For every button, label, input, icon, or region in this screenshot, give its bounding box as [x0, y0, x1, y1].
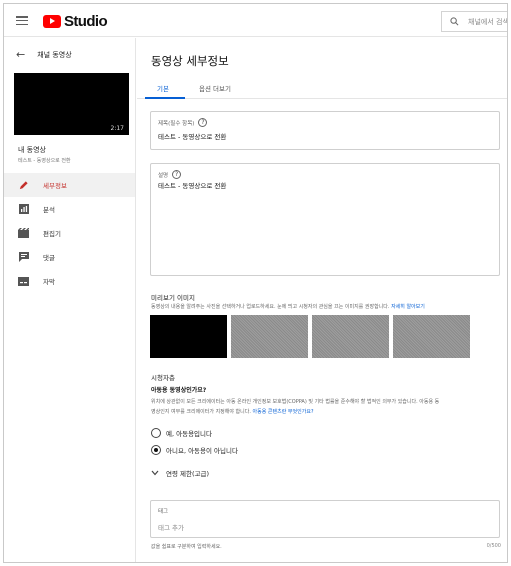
search-input[interactable]: 채널에서 검색 — [441, 11, 508, 32]
video-thumbnail[interactable]: 2:17 — [14, 73, 129, 135]
age-restriction-label: 연령 제한(고급) — [166, 470, 210, 478]
top-bar: Studio 채널에서 검색 — [4, 4, 508, 37]
thumbnail-desc-text: 동영상의 내용을 알려주는 사진을 선택하거나 업로드하세요. 눈에 띄고 시청… — [151, 304, 390, 310]
thumbnail-options — [150, 315, 470, 358]
title-field-value[interactable]: 테스트 - 동영상으로 전환 — [158, 131, 226, 141]
studio-logo[interactable]: Studio — [43, 12, 108, 30]
help-icon[interactable]: ? — [172, 170, 182, 179]
sidebar-item-label: 댓글 — [43, 254, 55, 262]
video-duration: 2:17 — [110, 125, 124, 132]
audience-section-title: 시청자층 — [151, 374, 175, 382]
audience-desc: 위치에 상관없이 모든 크리에이터는 아동 온라인 개인정보 보호법(COPPA… — [151, 397, 501, 417]
main-content: 동영상 세부정보 기본 옵션 더보기 제목(필수 항목) ? 테스트 - 동영상… — [137, 38, 507, 562]
made-for-kids-question: 아동용 동영상인가요? — [151, 387, 207, 394]
age-restriction-toggle[interactable]: 연령 제한(고급) — [151, 468, 209, 478]
audience-desc-line: 영상인지 여부를 크리에이터가 지정해야 합니다. — [151, 409, 251, 415]
thumbnail-option[interactable] — [231, 315, 308, 358]
radio-button-checked[interactable] — [151, 445, 161, 455]
description-field-label-text: 설명 — [158, 172, 169, 179]
sidebar-item-label: 편집기 — [43, 230, 61, 238]
sidebar-item-analytics[interactable]: 분석 — [4, 197, 135, 221]
thumbnail-option[interactable] — [312, 315, 389, 358]
radio-not-made-for-kids[interactable]: 아니요, 아동용이 아닙니다 — [151, 445, 238, 455]
description-field-value[interactable]: 테스트 - 동영상으로 전환 — [158, 180, 226, 190]
title-field[interactable]: 제목(필수 항목) ? 테스트 - 동영상으로 전환 — [150, 111, 500, 150]
thumbnail-option[interactable] — [393, 315, 470, 358]
tags-placeholder[interactable]: 태그 추가 — [158, 522, 184, 532]
sidebar-item-editor[interactable]: 편집기 — [4, 221, 135, 245]
learn-more-link[interactable]: 자세히 알아보기 — [391, 304, 425, 310]
description-field-label: 설명 ? — [158, 170, 182, 179]
sidebar-item-label: 세부정보 — [43, 182, 67, 190]
radio-label: 예, 아동용입니다 — [166, 430, 212, 438]
tags-counter: 0/500 — [486, 543, 501, 549]
youtube-play-icon — [43, 14, 61, 28]
description-field[interactable]: 설명 ? 테스트 - 동영상으로 전환 — [150, 163, 500, 276]
sidebar-item-subtitles[interactable]: 자막 — [4, 269, 135, 293]
audience-desc-line: 위치에 상관없이 모든 크리에이터는 아동 온라인 개인정보 보호법(COPPA… — [151, 399, 440, 405]
studio-window: Studio 채널에서 검색 ← 채널 동영상 2:17 내 동영상 테스트 -… — [3, 3, 508, 563]
search-icon — [450, 17, 459, 26]
thumbnail-section-title: 미리보기 이미지 — [151, 294, 195, 302]
title-field-label-text: 제목(필수 항목) — [158, 120, 195, 127]
sidebar-nav: 세부정보 분석 편집기 댓글 자막 — [4, 173, 135, 293]
sidebar-item-label: 자막 — [43, 278, 55, 286]
page-title: 동영상 세부정보 — [151, 54, 229, 68]
sidebar: ← 채널 동영상 2:17 내 동영상 테스트 - 동영상으로 전환 세부정보 … — [4, 38, 136, 562]
subtitles-icon — [18, 276, 29, 287]
help-icon[interactable]: ? — [198, 118, 208, 127]
logo-text: Studio — [64, 12, 108, 30]
menu-icon[interactable] — [16, 16, 28, 26]
tab-bar: 기본 옵션 더보기 — [137, 78, 507, 99]
kids-content-link[interactable]: 아동용 콘텐츠란 무엇인가요? — [253, 409, 314, 415]
thumbnail-option[interactable] — [150, 315, 227, 358]
radio-button[interactable] — [151, 428, 161, 438]
sidebar-item-details[interactable]: 세부정보 — [4, 173, 135, 197]
thumbnail-section-desc: 동영상의 내용을 알려주는 사진을 선택하거나 업로드하세요. 눈에 띄고 시청… — [151, 303, 425, 310]
comments-icon — [18, 252, 29, 263]
sidebar-item-comments[interactable]: 댓글 — [4, 245, 135, 269]
tags-hint: 값을 쉼표로 구분하여 입력하세요. — [151, 544, 222, 550]
search-placeholder: 채널에서 검색 — [468, 17, 508, 26]
back-label: 채널 동영상 — [37, 50, 72, 59]
pencil-icon — [18, 180, 29, 191]
title-field-label: 제목(필수 항목) ? — [158, 118, 208, 127]
tags-field[interactable]: 태그 태그 추가 — [150, 500, 500, 538]
tab-more-options[interactable]: 옵션 더보기 — [199, 83, 231, 93]
tags-field-label: 태그 — [158, 509, 169, 515]
chevron-down-icon — [151, 470, 159, 476]
back-to-channel-videos[interactable]: ← 채널 동영상 — [4, 38, 135, 71]
tab-basic[interactable]: 기본 — [157, 83, 169, 93]
video-title: 테스트 - 동영상으로 전환 — [18, 158, 71, 164]
active-tab-indicator — [145, 97, 185, 99]
video-section-title: 내 동영상 — [18, 146, 46, 154]
radio-made-for-kids[interactable]: 예, 아동용입니다 — [151, 428, 212, 438]
radio-label: 아니요, 아동용이 아닙니다 — [166, 447, 238, 455]
sidebar-item-label: 분석 — [43, 206, 55, 214]
back-arrow-icon[interactable]: ← — [16, 48, 25, 61]
analytics-icon — [18, 204, 29, 215]
editor-icon — [18, 228, 29, 239]
